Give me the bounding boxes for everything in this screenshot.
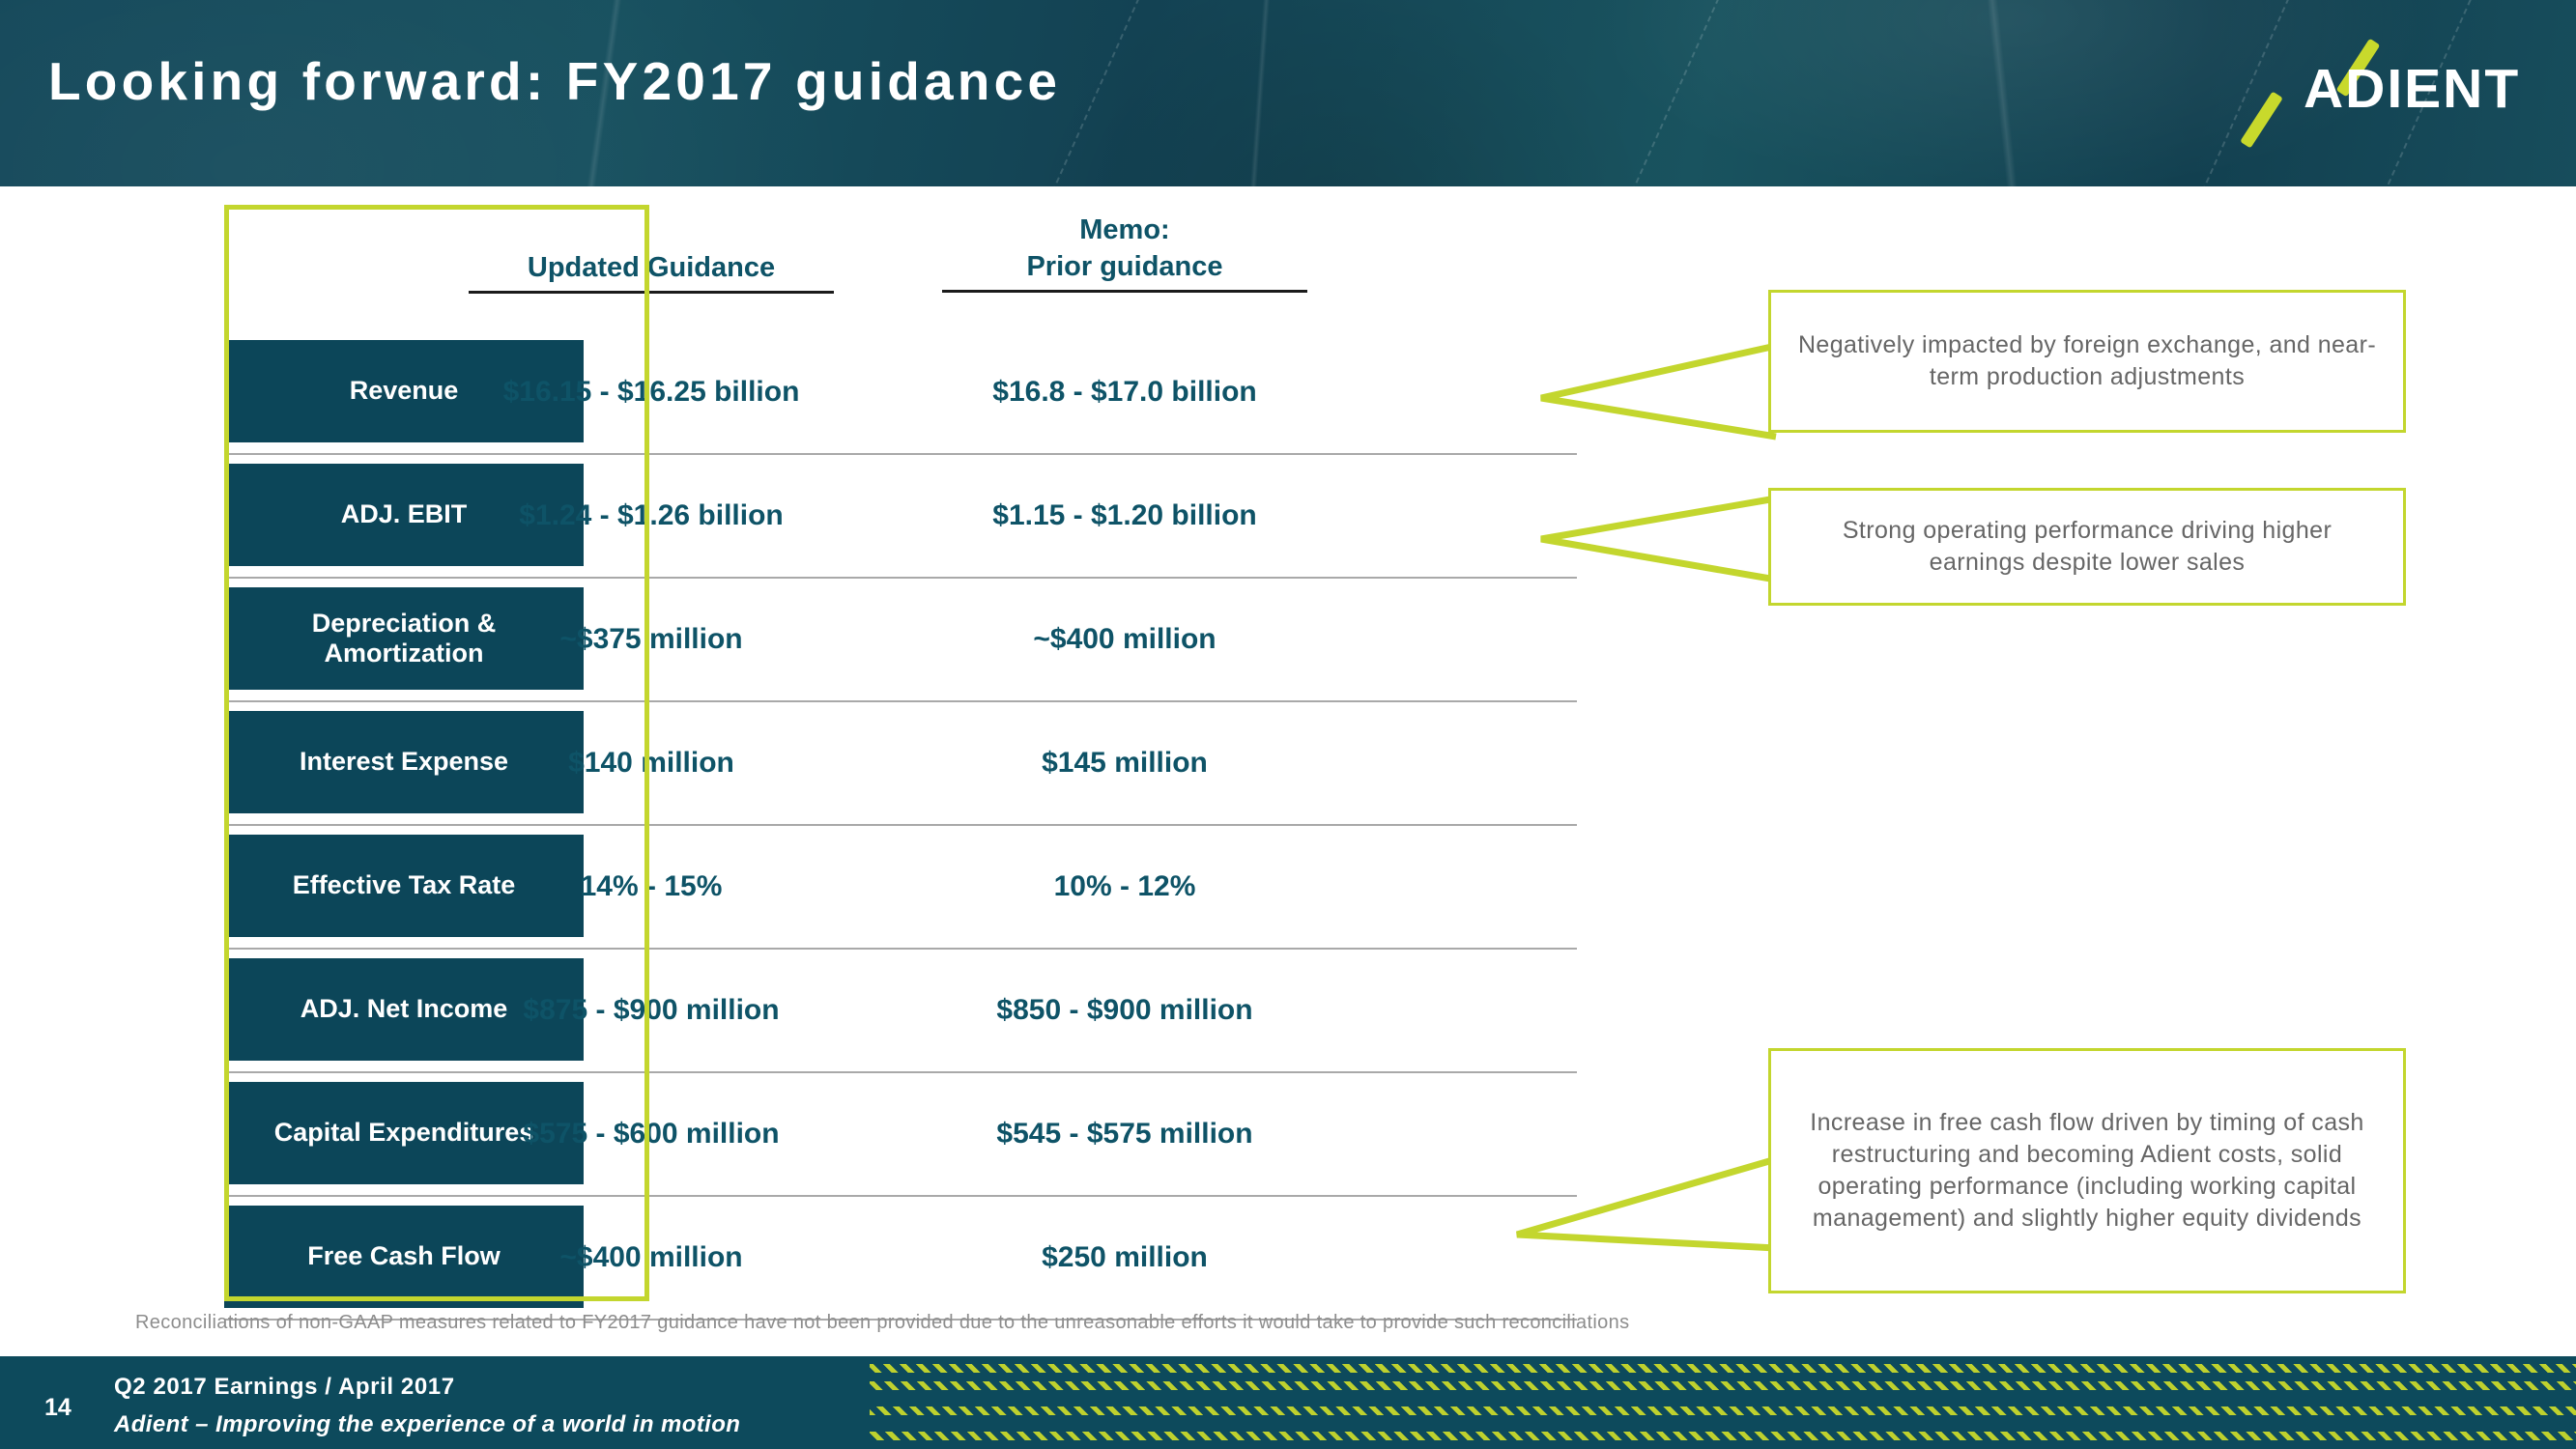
table-header-row: Updated Guidance Memo: Prior guidance [224, 206, 1577, 331]
cell-tax-rate-updated: 14% - 15% [580, 870, 723, 902]
adient-logo: ADIENT [2238, 35, 2537, 149]
callout-ebit-text: Strong operating performance driving hig… [1842, 516, 2333, 576]
callout-revenue-text: Negatively impacted by foreign exchange,… [1797, 330, 2377, 390]
page-number: 14 [44, 1394, 72, 1421]
cell-tax-rate-prior: 10% - 12% [1053, 870, 1196, 902]
column-header-underline [468, 291, 835, 294]
cell-revenue-updated: $16.15 - $16.25 billion [502, 376, 800, 408]
column-header-underline [941, 290, 1308, 293]
column-header-prior-line1: Memo: [1079, 214, 1170, 245]
footer-event-label: Q2 2017 Earnings / April 2017 [114, 1374, 455, 1400]
callout-fcf-note: Increase in free cash flow driven by tim… [1768, 1048, 2406, 1293]
page-title: Looking forward: FY2017 guidance [48, 51, 1062, 111]
logo-slash-lower-icon [2240, 91, 2283, 149]
column-header-prior-line2: Prior guidance [1026, 251, 1223, 282]
footer-hatch-pattern [870, 1356, 2576, 1449]
cell-depreciation-prior: ~$400 million [1033, 623, 1216, 655]
table-row: Depreciation & Amortization ~$375 millio… [224, 579, 1577, 702]
slide-header: Looking forward: FY2017 guidance ADIENT [0, 0, 2576, 186]
cell-revenue-prior: $16.8 - $17.0 billion [992, 376, 1257, 408]
table-row: Capital Expenditures $575 - $600 million… [224, 1073, 1577, 1197]
cell-interest-updated: $140 million [568, 747, 734, 779]
non-gaap-footnote: Reconciliations of non-GAAP measures rel… [135, 1312, 1630, 1333]
table-row: Interest Expense $140 million $145 milli… [224, 702, 1577, 826]
cell-interest-prior: $145 million [1042, 747, 1208, 779]
callout-ebit-note: Strong operating performance driving hig… [1768, 488, 2406, 606]
table-row: Effective Tax Rate 14% - 15% 10% - 12% [224, 826, 1577, 950]
table-row: Revenue $16.15 - $16.25 billion $16.8 - … [224, 331, 1577, 455]
guidance-table: Updated Guidance Memo: Prior guidance Re… [224, 206, 1577, 1321]
cell-adj-ebit-updated: $1.24 - $1.26 billion [519, 499, 784, 531]
cell-adj-ebit-prior: $1.15 - $1.20 billion [992, 499, 1257, 531]
slide-footer: 14 Q2 2017 Earnings / April 2017 Adient … [0, 1356, 2576, 1449]
table-row: ADJ. EBIT $1.24 - $1.26 billion $1.15 - … [224, 455, 1577, 579]
column-header-updated-line2: Updated Guidance [527, 252, 776, 283]
callout-revenue-note: Negatively impacted by foreign exchange,… [1768, 290, 2406, 433]
cell-net-income-updated: $875 - $900 million [523, 994, 780, 1026]
cell-depreciation-updated: ~$375 million [559, 623, 743, 655]
footer-tagline: Adient – Improving the experience of a w… [114, 1411, 741, 1437]
logo-wordmark: ADIENT [2304, 58, 2521, 120]
callout-fcf-text: Increase in free cash flow driven by tim… [1810, 1108, 2364, 1233]
table-row: ADJ. Net Income $875 - $900 million $850… [224, 950, 1577, 1073]
cell-fcf-prior: $250 million [1042, 1241, 1208, 1273]
cell-fcf-updated: ~$400 million [559, 1241, 743, 1273]
column-header-updated-guidance: Updated Guidance [439, 206, 864, 294]
table-row: Free Cash Flow ~$400 million $250 millio… [224, 1197, 1577, 1321]
column-header-prior-guidance: Memo: Prior guidance [912, 206, 1337, 293]
cell-capex-prior: $545 - $575 million [996, 1118, 1253, 1150]
cell-capex-updated: $575 - $600 million [523, 1118, 780, 1150]
cell-net-income-prior: $850 - $900 million [996, 994, 1253, 1026]
